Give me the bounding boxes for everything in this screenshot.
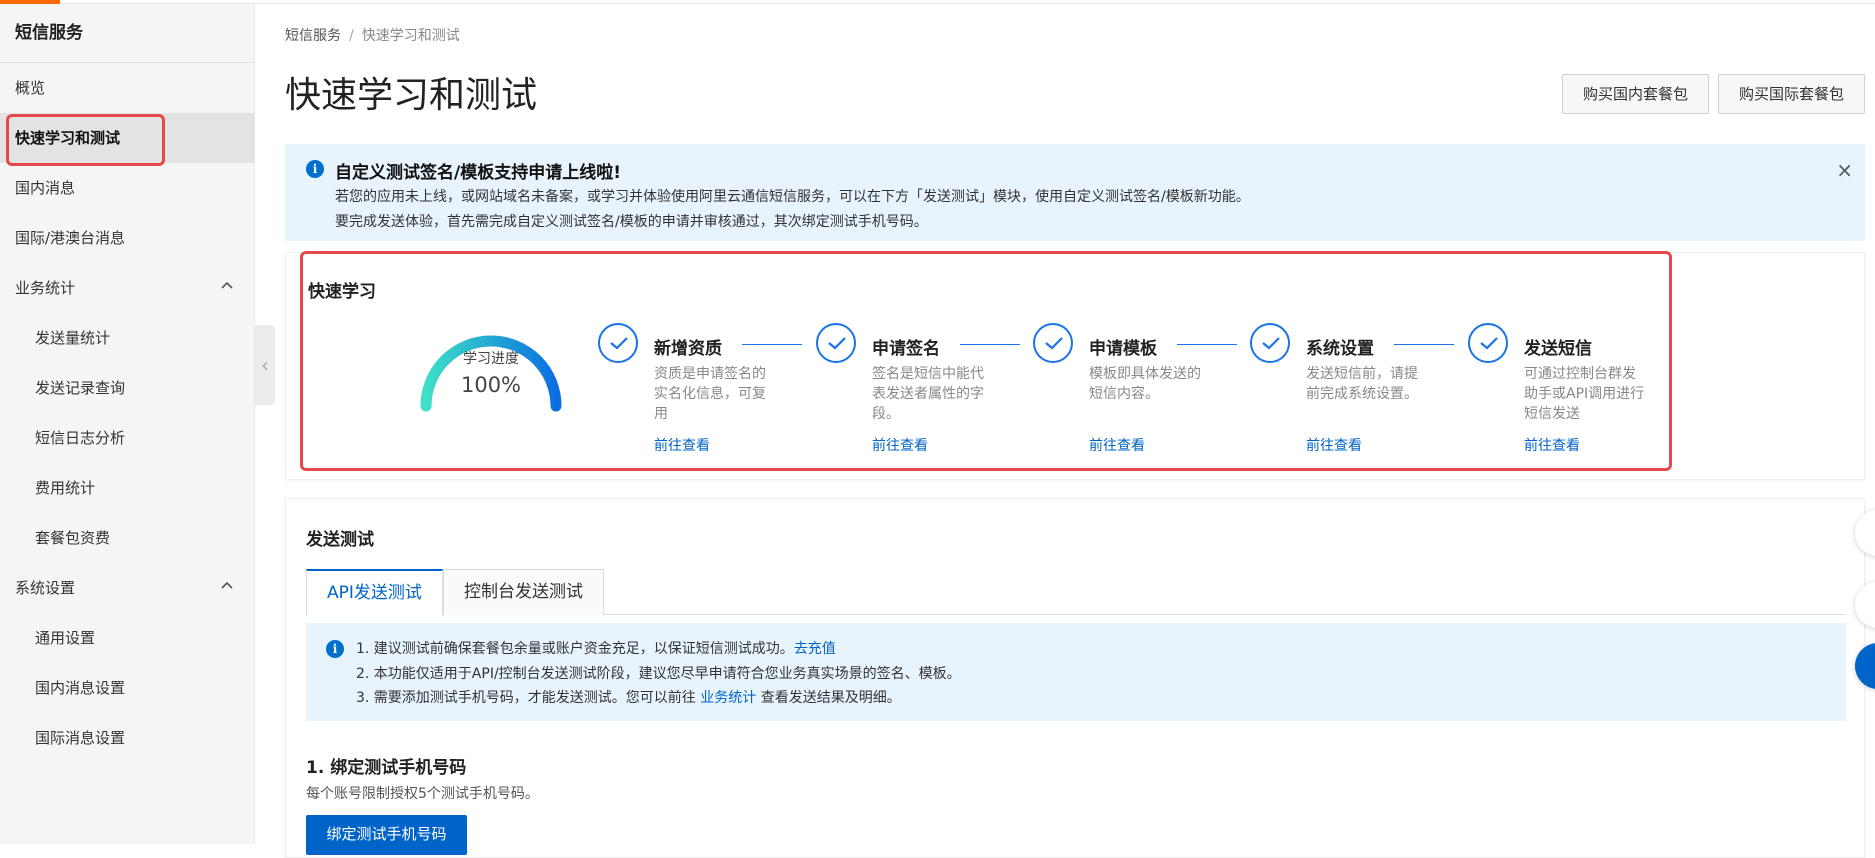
bind-phone-description: 每个账号限制授权5个测试手机号码。 <box>306 786 539 802</box>
chevron-up-icon <box>220 563 234 613</box>
sidebar-collapse-toggle[interactable]: ‹ <box>255 325 275 405</box>
sidebar-item-domestic-settings[interactable]: 国内消息设置 <box>0 663 254 713</box>
quick-learn-panel: 快速学习 学习进度 100% 新增资质 资质是申请签名的实名化信息，可复用 前往… <box>285 251 1865 480</box>
breadcrumb-current: 快速学习和测试 <box>361 28 460 44</box>
step-description: 签名是短信中能代表发送者属性的字段。 <box>872 366 984 422</box>
chevron-left-icon: ‹ <box>261 353 269 377</box>
sidebar-item-general-settings[interactable]: 通用设置 <box>0 613 254 663</box>
step-connector <box>1394 344 1454 345</box>
step-system-settings: 系统设置 发送短信前，请提前完成系统设置。 前往查看 <box>1250 323 1460 463</box>
sidebar-item-cost-stats[interactable]: 费用统计 <box>0 463 254 513</box>
buy-international-package-button[interactable]: 购买国际套餐包 <box>1718 74 1865 114</box>
sidebar-item-international-settings[interactable]: 国际消息设置 <box>0 713 254 763</box>
step-title: 申请模板 <box>1089 339 1157 359</box>
step-description: 模板即具体发送的短信内容。 <box>1089 366 1201 402</box>
step-title: 发送短信 <box>1524 339 1592 359</box>
sidebar-item-international[interactable]: 国际/港澳台消息 <box>0 213 254 263</box>
step-qualification: 新增资质 资质是申请签名的实名化信息，可复用 前往查看 <box>598 323 808 463</box>
step-title: 新增资质 <box>654 339 722 359</box>
step-connector <box>960 344 1020 345</box>
tip-line-1: 1. 建议测试前确保套餐包余量或账户资金充足，以保证短信测试成功。去充值 <box>356 638 836 658</box>
sidebar-item-domestic[interactable]: 国内消息 <box>0 163 254 213</box>
sidebar-item-overview[interactable]: 概览 <box>0 63 254 113</box>
breadcrumb-separator: / <box>349 28 354 44</box>
announcement-text: 若您的应用未上线，或网站域名未备案，或学习并体验使用阿里云通信短信服务，可以在下… <box>335 189 1250 205</box>
check-icon <box>1468 323 1508 363</box>
sidebar-item-send-records[interactable]: 发送记录查询 <box>0 363 254 413</box>
tip-line-3: 3. 需要添加测试手机号码，才能发送测试。您可以前往 业务统计 查看发送结果及明… <box>356 687 901 707</box>
step-link[interactable]: 前往查看 <box>1306 435 1362 455</box>
bind-phone-button[interactable]: 绑定测试手机号码 <box>306 815 467 855</box>
check-icon <box>1250 323 1290 363</box>
sidebar: 短信服务 概览 快速学习和测试 国内消息 国际/港澳台消息 业务统计 发送量统计… <box>0 4 255 844</box>
bind-phone-title: 1. 绑定测试手机号码 <box>306 758 467 778</box>
step-link[interactable]: 前往查看 <box>872 435 928 455</box>
step-link[interactable]: 前往查看 <box>1089 435 1145 455</box>
step-signature: 申请签名 签名是短信中能代表发送者属性的字段。 前往查看 <box>816 323 1026 463</box>
step-description: 发送短信前，请提前完成系统设置。 <box>1306 366 1418 402</box>
tab-console-test[interactable]: 控制台发送测试 <box>443 569 604 615</box>
sidebar-item-package-pricing[interactable]: 套餐包资费 <box>0 513 254 563</box>
buy-domestic-package-button[interactable]: 购买国内套餐包 <box>1562 74 1710 114</box>
step-link[interactable]: 前往查看 <box>654 435 710 455</box>
announcement-title: 自定义测试签名/模板支持申请上线啦! <box>335 163 621 183</box>
check-icon <box>816 323 856 363</box>
check-icon <box>1033 323 1073 363</box>
chevron-up-icon <box>220 263 234 313</box>
step-link[interactable]: 前往查看 <box>1524 435 1580 455</box>
progress-value: 100% <box>460 373 522 397</box>
tab-api-test[interactable]: API发送测试 <box>306 569 443 616</box>
step-send-sms: 发送短信 可通过控制台群发助手或API调用进行短信发送 前往查看 <box>1468 323 1678 463</box>
sidebar-group-business-stats[interactable]: 业务统计 <box>0 263 254 313</box>
recharge-link[interactable]: 去充值 <box>794 641 836 657</box>
send-test-tips: i 1. 建议测试前确保套餐包余量或账户资金充足，以保证短信测试成功。去充值 2… <box>306 623 1846 721</box>
business-stats-link[interactable]: 业务统计 <box>700 690 756 706</box>
step-description: 可通过控制台群发助手或API调用进行短信发送 <box>1524 366 1645 422</box>
progress-gauge: 学习进度 100% <box>416 318 566 413</box>
info-icon: i <box>326 640 344 658</box>
step-description: 资质是申请签名的实名化信息，可复用 <box>654 366 766 422</box>
progress-label: 学习进度 <box>463 351 519 367</box>
sidebar-group-label: 系统设置 <box>15 579 76 597</box>
send-test-tabs: API发送测试 控制台发送测试 <box>306 569 1846 616</box>
sidebar-item-log-analysis[interactable]: 短信日志分析 <box>0 413 254 463</box>
sidebar-title: 短信服务 <box>0 4 254 63</box>
check-icon <box>598 323 638 363</box>
step-template: 申请模板 模板即具体发送的短信内容。 前往查看 <box>1033 323 1243 463</box>
step-title: 申请签名 <box>872 339 940 359</box>
page-title: 快速学习和测试 <box>285 75 538 116</box>
highlight-outline <box>6 114 165 166</box>
sidebar-group-label: 业务统计 <box>15 279 76 297</box>
tip-text: 1. 建议测试前确保套餐包余量或账户资金充足，以保证短信测试成功。 <box>356 641 794 657</box>
sidebar-group-system-settings[interactable]: 系统设置 <box>0 563 254 613</box>
breadcrumb-root[interactable]: 短信服务 <box>285 28 341 44</box>
sidebar-item-send-volume[interactable]: 发送量统计 <box>0 313 254 363</box>
tip-text: 3. 需要添加测试手机号码，才能发送测试。您可以前往 <box>356 690 696 706</box>
step-connector <box>1177 344 1237 345</box>
send-test-title: 发送测试 <box>306 530 374 550</box>
info-icon: i <box>306 160 324 178</box>
send-test-panel: 发送测试 API发送测试 控制台发送测试 i 1. 建议测试前确保套餐包余量或账… <box>285 498 1865 858</box>
step-title: 系统设置 <box>1306 339 1374 359</box>
tip-text: 查看发送结果及明细。 <box>760 690 901 706</box>
breadcrumb: 短信服务 / 快速学习和测试 <box>285 25 460 45</box>
announcement-text: 要完成发送体验，首先需完成自定义测试签名/模板的申请并审核通过，其次绑定测试手机… <box>335 214 928 230</box>
quick-learn-title: 快速学习 <box>308 282 376 302</box>
step-connector <box>742 344 802 345</box>
announcement-banner: i 自定义测试签名/模板支持申请上线啦! 若您的应用未上线，或网站域名未备案，或… <box>285 144 1865 241</box>
tip-line-2: 2. 本功能仅适用于API/控制台发送测试阶段，建议您尽早申请符合您业务真实场景… <box>356 666 961 682</box>
close-icon[interactable]: × <box>1836 158 1853 182</box>
main-content: 短信服务 / 快速学习和测试 快速学习和测试 购买国内套餐包 购买国际套餐包 i 自… <box>285 4 1865 858</box>
